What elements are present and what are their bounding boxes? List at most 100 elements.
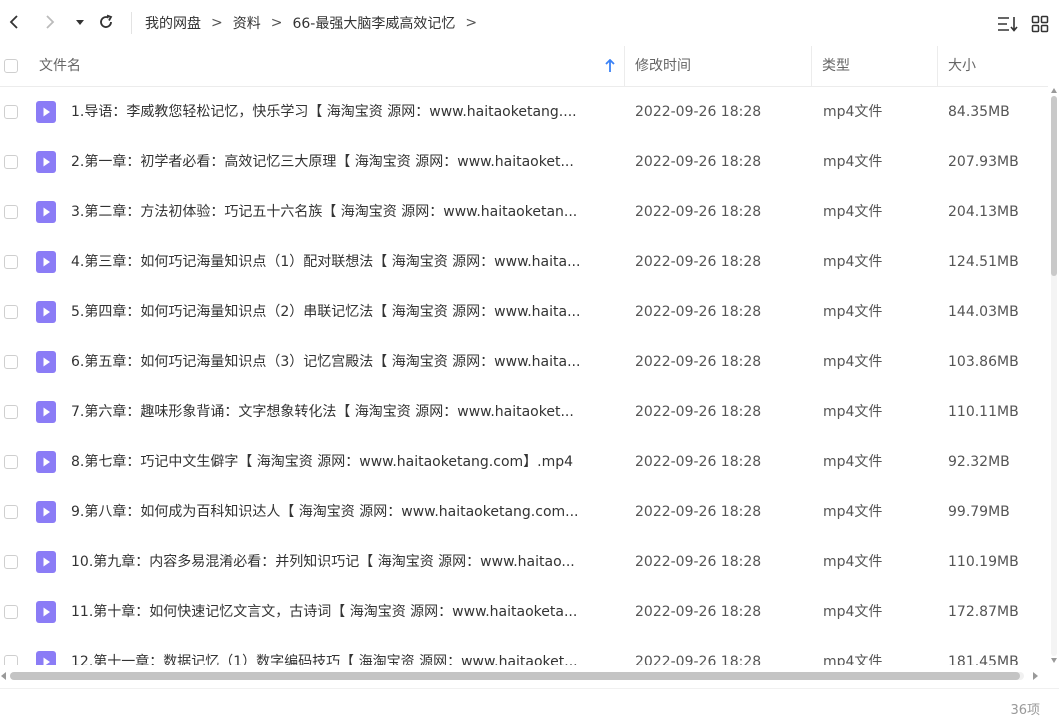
row-checkbox[interactable] [4,205,18,219]
file-type: mp4文件 [823,154,883,170]
file-size: 110.11MB [948,404,1019,420]
scroll-right-arrow[interactable] [1033,672,1038,680]
grid-view-button[interactable] [1028,12,1052,36]
table-row[interactable]: 2.第一章：初学者必看：高效记忆三大原理【 海淘宝资 源网：www.haitao… [0,137,1048,187]
file-modified: 2022-09-26 18:28 [635,554,762,570]
column-header-size[interactable]: 大小 [948,46,1043,86]
file-size: 172.87MB [948,604,1019,620]
horizontal-scroll-thumb[interactable] [10,672,1020,680]
file-type: mp4文件 [823,104,883,120]
scroll-down-arrow[interactable] [1051,658,1057,663]
table-row[interactable]: 12.第十一章：数据记忆（1）数字编码技巧【 海淘宝资 源网：www.haita… [0,637,1048,665]
forward-button[interactable] [38,10,62,34]
file-modified: 2022-09-26 18:28 [635,204,762,220]
back-button[interactable] [2,10,26,34]
row-checkbox[interactable] [4,255,18,269]
breadcrumb-separator[interactable]: > [465,15,477,31]
scroll-up-arrow[interactable] [1051,88,1057,93]
row-checkbox[interactable] [4,155,18,169]
sort-ascending-icon [605,59,615,72]
row-checkbox[interactable] [4,605,18,619]
file-size: 144.03MB [948,304,1019,320]
breadcrumb-item-current[interactable]: 66-最强大脑李威高效记忆 [292,13,455,33]
table-row[interactable]: 1.导语：李威教您轻松记忆，快乐学习【 海淘宝资 源网：www.haitaoke… [0,87,1048,137]
table-row[interactable]: 3.第二章：方法初体验：巧记五十六名族【 海淘宝资 源网：www.haitaok… [0,187,1048,237]
refresh-button[interactable] [94,10,118,34]
video-file-icon [36,301,56,323]
file-size: 124.51MB [948,254,1019,270]
column-divider[interactable] [811,46,812,86]
row-checkbox[interactable] [4,555,18,569]
scroll-left-arrow[interactable] [1,672,6,680]
file-name: 4.第三章：如何巧记海量知识点（1）配对联想法【 海淘宝资 源网：www.hai… [71,254,581,270]
sort-options-button[interactable] [996,12,1020,36]
row-checkbox[interactable] [4,455,18,469]
column-header-name-label: 文件名 [39,58,81,74]
item-count: 36项 [1010,703,1040,718]
column-divider[interactable] [624,46,625,86]
file-size: 207.93MB [948,154,1019,170]
file-modified: 2022-09-26 18:28 [635,304,762,320]
table-row[interactable]: 8.第七章：巧记中文生僻字【 海淘宝资 源网：www.haitaoketang.… [0,437,1048,487]
status-bar: 36项 [0,688,1059,719]
column-header-type[interactable]: 类型 [822,46,932,86]
file-type: mp4文件 [823,354,883,370]
table-row[interactable]: 5.第四章：如何巧记海量知识点（2）串联记忆法【 海淘宝资 源网：www.hai… [0,287,1048,337]
file-name: 10.第九章：内容多易混淆必看：并列知识巧记【 海淘宝资 源网：www.hait… [71,554,575,570]
file-name: 1.导语：李威教您轻松记忆，快乐学习【 海淘宝资 源网：www.haitaoke… [71,104,577,120]
select-all-checkbox[interactable] [4,59,18,73]
file-name: 12.第十一章：数据记忆（1）数字编码技巧【 海淘宝资 源网：www.haita… [71,654,578,665]
video-file-icon [36,101,56,123]
column-header-type-label: 类型 [822,58,850,74]
table-row[interactable]: 7.第六章：趣味形象背诵：文字想象转化法【 海淘宝资 源网：www.haitao… [0,387,1048,437]
file-list: 1.导语：李威教您轻松记忆，快乐学习【 海淘宝资 源网：www.haitaoke… [0,87,1048,665]
file-name: 2.第一章：初学者必看：高效记忆三大原理【 海淘宝资 源网：www.haitao… [71,154,574,170]
file-modified: 2022-09-26 18:28 [635,504,762,520]
video-file-icon [36,451,56,473]
column-header-name[interactable]: 文件名 [39,46,619,86]
vertical-scroll-thumb[interactable] [1051,96,1057,276]
table-row[interactable]: 9.第八章：如何成为百科知识达人【 海淘宝资 源网：www.haitaoketa… [0,487,1048,537]
video-file-icon [36,551,56,573]
file-name: 9.第八章：如何成为百科知识达人【 海淘宝资 源网：www.haitaoketa… [71,504,579,520]
row-checkbox[interactable] [4,105,18,119]
horizontal-scrollbar[interactable] [0,666,1048,684]
file-modified: 2022-09-26 18:28 [635,154,762,170]
file-size: 103.86MB [948,354,1019,370]
column-divider[interactable] [937,46,938,86]
table-row[interactable]: 11.第十章：如何快速记忆文言文，古诗词【 海淘宝资 源网：www.haitao… [0,587,1048,637]
table-row[interactable]: 6.第五章：如何巧记海量知识点（3）记忆宫殿法【 海淘宝资 源网：www.hai… [0,337,1048,387]
breadcrumb-item-folder[interactable]: 资料 [233,13,261,33]
table-row[interactable]: 4.第三章：如何巧记海量知识点（1）配对联想法【 海淘宝资 源网：www.hai… [0,237,1048,287]
file-modified: 2022-09-26 18:28 [635,254,762,270]
file-size: 84.35MB [948,104,1010,120]
file-type: mp4文件 [823,454,883,470]
row-checkbox[interactable] [4,355,18,369]
breadcrumb-item-root[interactable]: 我的网盘 [145,13,201,33]
file-name: 3.第二章：方法初体验：巧记五十六名族【 海淘宝资 源网：www.haitaok… [71,204,578,220]
file-type: mp4文件 [823,604,883,620]
breadcrumb-separator: > [270,15,283,31]
navigation-bar: 我的网盘 > 资料 > 66-最强大脑李威高效记忆 > [0,0,1059,46]
history-dropdown-button[interactable] [68,10,92,34]
file-size: 99.79MB [948,504,1010,520]
file-type: mp4文件 [823,254,883,270]
video-file-icon [36,651,56,665]
row-checkbox[interactable] [4,405,18,419]
row-checkbox[interactable] [4,505,18,519]
vertical-scrollbar[interactable] [1048,86,1059,666]
video-file-icon [36,151,56,173]
video-file-icon [36,501,56,523]
row-checkbox[interactable] [4,655,18,665]
row-checkbox[interactable] [4,305,18,319]
column-header-modified[interactable]: 修改时间 [635,46,805,86]
file-modified: 2022-09-26 18:28 [635,654,762,665]
file-modified: 2022-09-26 18:28 [635,604,762,620]
file-type: mp4文件 [823,304,883,320]
file-type: mp4文件 [823,654,883,665]
file-size: 92.32MB [948,454,1010,470]
table-row[interactable]: 10.第九章：内容多易混淆必看：并列知识巧记【 海淘宝资 源网：www.hait… [0,537,1048,587]
video-file-icon [36,601,56,623]
video-file-icon [36,251,56,273]
file-name: 6.第五章：如何巧记海量知识点（3）记忆宫殿法【 海淘宝资 源网：www.hai… [71,354,581,370]
